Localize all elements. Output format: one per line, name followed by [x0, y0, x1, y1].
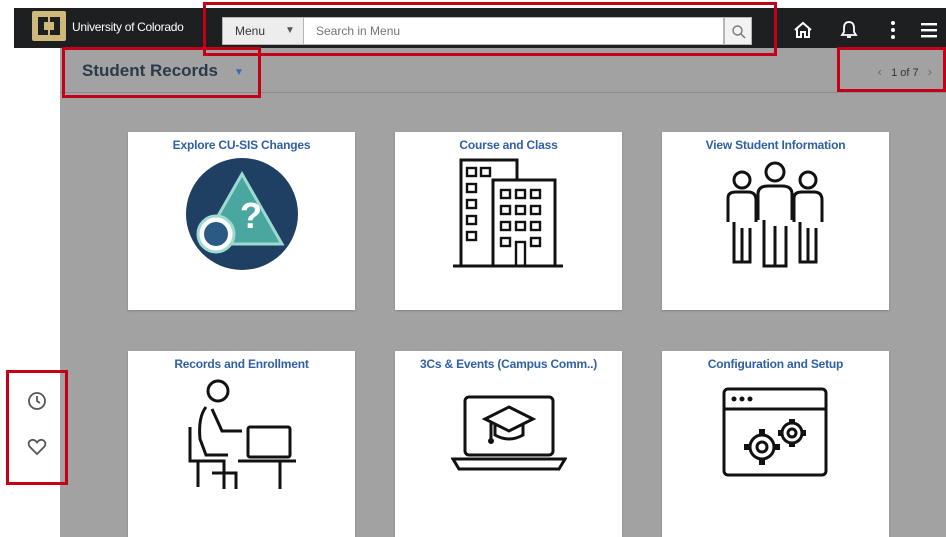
menu-label: Menu [235, 24, 266, 38]
tile-view-student-information[interactable]: View Student Information [662, 132, 889, 310]
pager-text: 1 of 7 [891, 67, 919, 79]
tile-title: 3Cs & Events (Campus Comm..) [419, 357, 598, 371]
tile-course-and-class[interactable]: Course and Class [395, 132, 622, 310]
compass-question-icon: ? [186, 158, 298, 270]
chevron-left-icon[interactable]: ‹ [878, 64, 882, 79]
people-group-icon [726, 161, 824, 268]
tile-configuration-and-setup[interactable]: Configuration and Setup [662, 351, 889, 537]
tile-records-and-enrollment[interactable]: Records and Enrollment [128, 351, 355, 537]
search-icon [732, 25, 746, 39]
tile-3cs-and-events[interactable]: 3Cs & Events (Campus Comm..) [395, 351, 622, 537]
kebab-menu-icon[interactable] [880, 18, 906, 42]
homepage-content: Student Records ▼ ‹ 1 of 7 › Explore CU-… [60, 48, 946, 537]
home-icon[interactable] [790, 18, 816, 42]
page-header: Student Records ▼ ‹ 1 of 7 › [60, 48, 946, 93]
svg-text:?: ? [240, 195, 262, 236]
search-button[interactable] [724, 17, 752, 45]
recent-clock-icon[interactable] [24, 388, 50, 414]
tile-title: Configuration and Setup [707, 357, 844, 371]
tile-title: View Student Information [705, 138, 846, 152]
chevron-down-icon: ▼ [285, 25, 295, 36]
bell-icon[interactable] [836, 18, 862, 42]
tile-explore-cu-sis-changes[interactable]: Explore CU-SIS Changes ? [128, 132, 355, 310]
homepage-pager: ‹ 1 of 7 › [872, 64, 938, 79]
menu-dropdown-button[interactable]: Menu ▼ [222, 17, 304, 45]
page-title-dropdown-icon[interactable]: ▼ [234, 67, 244, 78]
favorites-heart-icon[interactable] [24, 434, 50, 460]
person-at-desk-icon [188, 379, 296, 489]
tile-title: Course and Class [459, 138, 558, 152]
university-name[interactable]: University of Colorado [72, 20, 184, 34]
tile-title: Records and Enrollment [174, 357, 309, 371]
buildings-icon [453, 158, 563, 268]
search-input[interactable] [304, 17, 724, 45]
hamburger-icon[interactable] [916, 18, 942, 42]
laptop-graduation-cap-icon [451, 395, 567, 471]
top-navigation-bar: University of Colorado Menu ▼ [14, 8, 946, 48]
tile-title: Explore CU-SIS Changes [172, 138, 311, 152]
page-title[interactable]: Student Records [82, 61, 218, 81]
chevron-right-icon[interactable]: › [928, 64, 932, 79]
cu-logo-icon[interactable] [32, 11, 66, 41]
browser-gears-icon [722, 387, 828, 477]
